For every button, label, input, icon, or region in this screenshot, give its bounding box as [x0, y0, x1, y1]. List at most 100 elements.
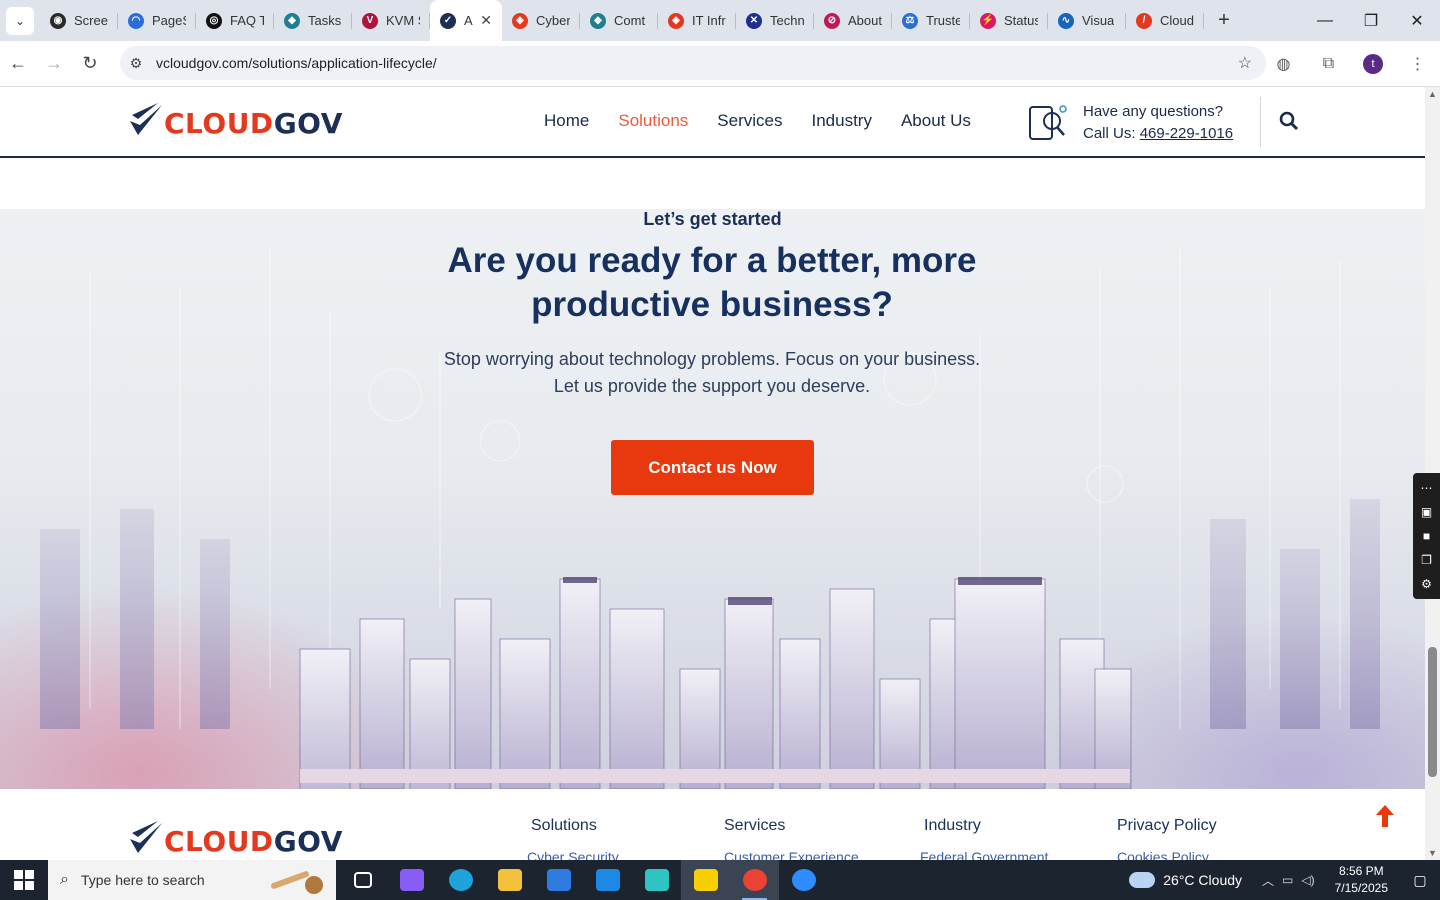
clock[interactable]: 8:56 PM 7/15/2025	[1335, 863, 1388, 897]
contact-us-button[interactable]: Contact us Now	[611, 440, 814, 495]
nav-item-services[interactable]: Services	[717, 111, 782, 131]
taskbar-app-teal-icon[interactable]	[632, 860, 681, 900]
minimize-icon[interactable]: —	[1302, 12, 1348, 30]
hero-subtitle-line-2: Let us provide the support you deserve.	[553, 376, 871, 396]
volume-icon[interactable]: ◁)	[1301, 873, 1314, 887]
address-bar[interactable]: ⚙ vcloudgov.com/solutions/application-li…	[120, 46, 1266, 80]
forward-icon[interactable]: →	[36, 53, 72, 74]
scroll-up-icon[interactable]: ▲	[1428, 89, 1437, 99]
footer-logo[interactable]: CLOUDGOV	[128, 817, 343, 857]
tab-title: Scree	[74, 13, 108, 28]
footer-heading[interactable]: Services	[724, 817, 859, 835]
hero-subtitle: Stop worrying about technology problems.…	[362, 346, 1062, 400]
tab-favicon-icon: ◆	[590, 12, 606, 29]
site-info-icon[interactable]: ⚙	[120, 55, 152, 72]
footer-link[interactable]: Customer Experience	[724, 849, 859, 860]
url-text[interactable]: vcloudgov.com/solutions/application-life…	[156, 55, 437, 71]
nav-item-home[interactable]: Home	[544, 111, 589, 131]
browser-tab[interactable]: ✕ Techn	[736, 0, 814, 41]
new-tab-button[interactable]: +	[1212, 9, 1236, 32]
taskbar-zoom-icon[interactable]	[779, 860, 828, 900]
scroll-to-top-icon[interactable]	[1376, 805, 1394, 827]
weather-widget[interactable]: 26°C Cloudy	[1129, 872, 1242, 888]
taskbar-mail-icon[interactable]	[583, 860, 632, 900]
widget-menu-icon[interactable]: ⋯	[1421, 481, 1433, 495]
restore-icon[interactable]: ❐	[1348, 11, 1394, 31]
browser-menu-icon[interactable]: ⋮	[1395, 54, 1440, 74]
browser-tab-strip: ⌄ ◉ Scree ◠ PageS ◎ FAQ T ◆ Tasks V KVM S ✓ A ✕ ◈ Cybe…	[0, 0, 1440, 41]
window-capture-icon[interactable]: ❐	[1421, 553, 1432, 567]
browser-tab[interactable]: ⚡ Status	[970, 0, 1048, 41]
footer-link[interactable]: Federal Government	[920, 849, 1048, 860]
tab-favicon-icon: ⚖	[902, 12, 918, 29]
tab-title: Status	[1004, 13, 1038, 28]
contact-question: Have any questions?	[1083, 103, 1224, 120]
footer-heading[interactable]: Industry	[924, 817, 1048, 835]
scrollbar-thumb[interactable]	[1428, 647, 1437, 777]
search-icon[interactable]	[1279, 111, 1299, 131]
scroll-down-icon[interactable]: ▼	[1428, 848, 1437, 858]
video-icon[interactable]: ■	[1423, 529, 1430, 543]
browser-tab[interactable]: / Cloud	[1126, 0, 1204, 41]
browser-tab[interactable]: ◈ Cyber	[502, 0, 580, 41]
footer-heading[interactable]: Solutions	[531, 817, 619, 835]
browser-tab[interactable]: ◈ IT Infr	[658, 0, 736, 41]
taskbar-edge-icon[interactable]	[436, 860, 485, 900]
browser-tab[interactable]: ⚖ Truste	[892, 0, 970, 41]
taskbar-file-explorer-icon[interactable]	[485, 860, 534, 900]
taskbar-store-icon[interactable]	[534, 860, 583, 900]
browser-tab[interactable]: ⊘ About	[814, 0, 892, 41]
tab-title: Tasks	[308, 13, 342, 28]
tab-title: Cloud	[1160, 13, 1194, 28]
taskbar-task-view-icon[interactable]	[338, 860, 387, 900]
bookmark-star-icon[interactable]: ☆	[1238, 53, 1252, 73]
taskbar-search[interactable]: ⌕ Type here to search	[48, 860, 336, 900]
tab-favicon-icon: ∿	[1058, 12, 1074, 29]
clock-date: 7/15/2025	[1334, 881, 1388, 895]
nav-item-industry[interactable]: Industry	[811, 111, 871, 131]
tab-close-icon[interactable]: ✕	[480, 12, 492, 29]
tab-title: Cyber	[536, 13, 570, 28]
footer-col-services: Services Customer Experience	[724, 817, 859, 860]
network-icon[interactable]: ▭	[1282, 873, 1293, 887]
browser-tab[interactable]: V KVM S	[352, 0, 430, 41]
browser-tab[interactable]: ◠ PageS	[118, 0, 196, 41]
camera-icon[interactable]: ▣	[1421, 505, 1432, 519]
phone-link[interactable]: 469-229-1016	[1140, 125, 1233, 142]
taskbar-copilot-icon[interactable]	[387, 860, 436, 900]
browser-tab[interactable]: ✓ A ✕	[430, 0, 502, 41]
tray-chevron-icon[interactable]: ︿	[1262, 872, 1274, 889]
taskbar-chrome-icon[interactable]	[730, 860, 779, 900]
profile-avatar[interactable]: t	[1363, 54, 1383, 74]
search-magnifier-icon: ⌕	[60, 871, 69, 888]
tab-title: Techn	[770, 13, 804, 28]
tab-title: A	[464, 13, 473, 28]
browser-tab[interactable]: ◆ Tasks	[274, 0, 352, 41]
page-viewport: CLOUDGOV Home Solutions Services Industry Ab…	[0, 87, 1425, 860]
settings-gear-icon[interactable]: ⚙	[1421, 577, 1432, 591]
nav-item-about-us[interactable]: About Us	[901, 111, 971, 131]
translate-icon[interactable]: ◍	[1261, 54, 1306, 74]
browser-tab[interactable]: ◆ Comt	[580, 0, 658, 41]
back-icon[interactable]: ←	[0, 53, 36, 74]
notifications-icon[interactable]: ▢	[1400, 872, 1440, 889]
browser-tab[interactable]: ◎ FAQ T	[196, 0, 274, 41]
reload-icon[interactable]: ↻	[72, 53, 108, 74]
footer-link[interactable]: Cyber Security	[527, 849, 619, 860]
browser-tab[interactable]: ◉ Scree	[40, 0, 118, 41]
site-logo[interactable]: CLOUDGOV	[128, 99, 343, 139]
browser-tab[interactable]: ∿ Visua	[1048, 0, 1126, 41]
logo-swoosh-icon	[130, 103, 162, 135]
tab-favicon-icon: /	[1136, 12, 1152, 29]
taskbar-sticky-notes-icon[interactable]	[681, 860, 730, 900]
tab-search-button[interactable]: ⌄	[6, 6, 34, 35]
extensions-icon[interactable]: ⧉	[1306, 55, 1351, 73]
close-window-icon[interactable]: ✕	[1394, 11, 1440, 31]
tab-favicon-icon: V	[362, 12, 378, 29]
footer-link[interactable]: Cookies Policy	[1117, 849, 1217, 860]
contact-call: Call Us: 469-229-1016	[1083, 125, 1234, 142]
start-button[interactable]	[0, 860, 48, 900]
footer-heading[interactable]: Privacy Policy	[1117, 817, 1217, 835]
tab-title: FAQ T	[230, 13, 264, 28]
nav-item-solutions[interactable]: Solutions	[618, 111, 688, 131]
